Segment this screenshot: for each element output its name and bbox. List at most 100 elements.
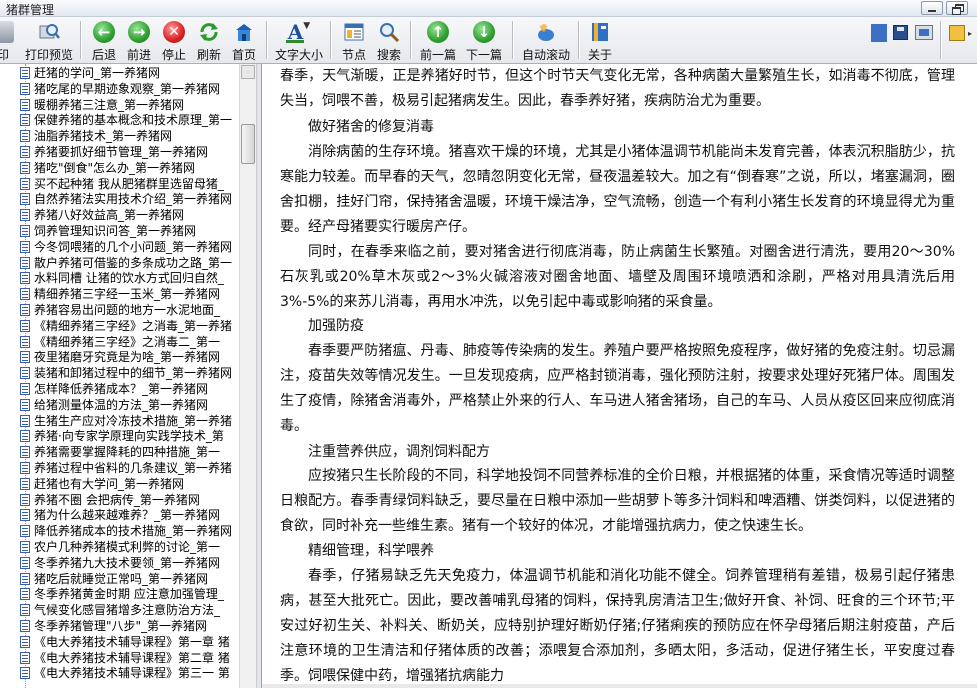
article-paragraph: 春季要严防猪瘟、丹毒、肺疫等传染病的发生。养殖户要严格按照免疫程序，做好猪的免疫… [280,343,955,434]
export-icon[interactable] [915,25,933,40]
tree-item[interactable]: 怎样降低养猪成本？_第一养猪网 [20,381,209,397]
document-icon [20,635,30,648]
prev-article-button[interactable]: ↑ 前一篇 [420,19,456,62]
tree-scrollbar-thumb[interactable] [241,124,255,164]
document-icon [20,272,30,285]
chevron-right-icon[interactable]: ▸ [968,29,977,38]
print-preview-button[interactable]: 打印预览 [24,19,74,62]
tree-item-label: 降低养猪成本的技术措施_第一养猪网 [34,524,233,539]
stop-button[interactable]: ✕ 停止 [160,19,188,62]
tree-item[interactable]: 买不起种猪 我从肥猪群里选留母猪_ [20,176,224,192]
tree-item[interactable]: 饲养管理知识问答_第一养猪网 [20,223,197,239]
tree-item-label: 怎样降低养猪成本？_第一养猪网 [34,382,209,396]
home-button[interactable]: 首页 [230,19,258,62]
tree-item[interactable]: 农户几种养猪模式利弊的讨论_第一 [20,539,220,555]
tree-item[interactable]: 猪吃后就睡觉正常吗_第一养猪网 [20,571,208,587]
options-icon[interactable] [949,25,965,41]
tree-item-label: 养猪要抓好细节管理_第一养猪网 [34,145,209,159]
tree-item[interactable]: 《精细养猪三字经》之消毒_第一养猪 [20,318,233,334]
tree-item[interactable]: 冬季养猪管理"八步"_第一养猪网 [20,618,207,634]
forward-button[interactable]: → 前进 [125,19,153,62]
tree-item[interactable]: 自然养猪法实用技术介绍_第一养猪网 [20,191,232,207]
article-subheading: 做好猪舍的修复消毒 [308,119,434,135]
restore-button[interactable] [946,1,968,15]
tree-item-label: 猪吃"倒食"怎么办_第一养猪网 [34,160,196,175]
tree-item[interactable]: 暖棚养猪三注意_第一养猪网 [20,97,184,113]
nodes-icon [343,21,365,43]
tree-item-label: 猪吃尾的早期迹象观察_第一养猪网 [34,81,221,96]
down-arrow-icon: ↓ [473,21,495,43]
tree-item[interactable]: 保健养猪的基本概念和技术原理_第一 [20,112,232,128]
tree-item[interactable]: 给猪测量体温的方法_第一养猪网 [20,397,208,413]
document-icon [20,67,30,79]
auto-scroll-button[interactable]: 自动滚动 [522,19,570,62]
tree-scrollbar[interactable] [239,64,256,688]
tree-item[interactable]: 《电大养猪技术辅导课程》第二章 猪 [20,650,230,666]
document-icon [20,383,30,395]
document-icon [20,588,30,601]
tree-item[interactable]: 冬季养猪九大技术要领_第一养猪网 [20,555,220,571]
tree-item[interactable]: 精细养猪三字经一玉米_第一养猪网 [20,286,221,302]
document-icon [20,493,30,506]
tree-item-label: 《电大养猪技术辅导课程》第一章 猪 [34,634,230,649]
tree-item[interactable]: 水料同槽 让猪的饮水方式回归自然_ [20,270,224,286]
tree-item-label: 《精细养猪三字经》之消毒_第一养猪 [34,318,233,333]
tree-item[interactable]: 冬季养猪黄金时期 应注意加强管理_ [20,586,224,602]
tree-item[interactable]: 气候变化感冒猪增多注意防治方法_ [20,602,220,618]
document-icon [20,82,30,95]
document-icon [20,177,30,190]
tree-item-label: 精细养猪三字经一玉米_第一养猪网 [34,287,221,302]
save-disk-icon[interactable] [893,25,908,40]
tree-item[interactable]: 装猪和卸猪过程中的细节_第一养猪网 [20,365,232,381]
tree-item-label: 《电大养猪技术辅导课程》第二章 猪 [34,650,230,665]
tree-item[interactable]: 夜里猪磨牙究竟是为啥_第一养猪网 [20,349,221,365]
tree-item[interactable]: 养猪要抓好细节管理_第一养猪网 [20,144,209,160]
tree-item[interactable]: 赶猪也有大学问_第一养猪网 [20,476,184,492]
tree-item[interactable]: 今冬饲喂猪的几个小问题_第一养猪网 [20,239,232,255]
minimize-button[interactable] [921,1,943,15]
scroll-up-arrow-icon[interactable] [241,65,255,79]
tree-item[interactable]: 养猪·向专家学原理向实践学技术_第 [20,428,224,444]
tree-item[interactable]: 养猪容易出问题的地方一水泥地面_ [20,302,220,318]
tree-item-label: 夜里猪磨牙究竟是为啥_第一养猪网 [34,350,221,365]
tree-item-label: 散户养猪可借鉴的多条成功之路_第一 [34,255,233,270]
tree-item-label: 饲养管理知识问答_第一养猪网 [34,224,197,238]
next-article-button[interactable]: ↓ 下一篇 [466,19,502,62]
search-button[interactable]: 搜索 [375,19,403,62]
document-icon [20,335,30,348]
tree-item[interactable]: 猪为什么越来越难养？_第一养猪网 [20,507,221,523]
content-horizontal-scrollbar[interactable] [262,684,977,688]
tree-item[interactable]: 养猪过程中省料的几条建议_第一养猪 [20,460,232,476]
tree-item[interactable]: 养猪不圈 会把病传_第一养猪网 [20,492,200,508]
document-icon [20,288,30,301]
nodes-button[interactable]: 节点 [340,19,368,62]
tree-item-label: 油脂养猪技术_第一养猪网 [34,129,173,144]
tree-item[interactable]: 散户养猪可借鉴的多条成功之路_第一 [20,255,233,271]
refresh-button[interactable]: 刷新 [195,19,223,62]
tree-item[interactable]: 猪吃尾的早期迹象观察_第一养猪网 [20,81,221,97]
font-size-icon: A▼ [286,20,311,44]
tree-item[interactable]: 降低养猪成本的技术措施_第一养猪网 [20,523,233,539]
tree-item[interactable]: 《电大养猪技术辅导课程》第一章 猪 [20,634,230,650]
document-icon [20,541,30,553]
font-size-button[interactable]: A▼ 文字大小 [275,19,323,62]
tree-item[interactable]: 油脂养猪技术_第一养猪网 [20,128,173,144]
tree-item[interactable]: 养猪需要掌握降耗的四种措施_第一 [20,444,220,460]
tree-item[interactable]: 《电大养猪技术辅导课程》第三一 第 [20,665,230,681]
tree-item[interactable]: 养猪八好效益高_第一养猪网 [20,207,184,223]
tree-item[interactable]: 生猪生产应对冷冻技术措施_第一养猪 [20,413,232,429]
tree-item[interactable]: 赶猪的学问_第一养猪网 [20,65,161,81]
home-icon [233,21,255,43]
tree-item[interactable]: 《精细养猪三字经》之消毒二_第一 [20,334,220,350]
about-button[interactable]: 关于 [588,19,612,62]
about-book-icon [589,21,611,43]
title-bar: 猪群管理 [0,0,977,17]
tree-item[interactable]: 猪吃"倒食"怎么办_第一养猪网 [20,160,196,176]
print-button[interactable]: 印 [0,19,14,62]
document-icon [20,256,30,269]
back-button[interactable]: ← 后退 [90,19,118,62]
tree-item-label: 猪为什么越来越难养？_第一养猪网 [34,508,221,523]
tree-item-label: 赶猪的学问_第一养猪网 [34,66,161,80]
stop-icon: ✕ [163,21,185,43]
panel-toggle-icon[interactable] [871,24,887,42]
